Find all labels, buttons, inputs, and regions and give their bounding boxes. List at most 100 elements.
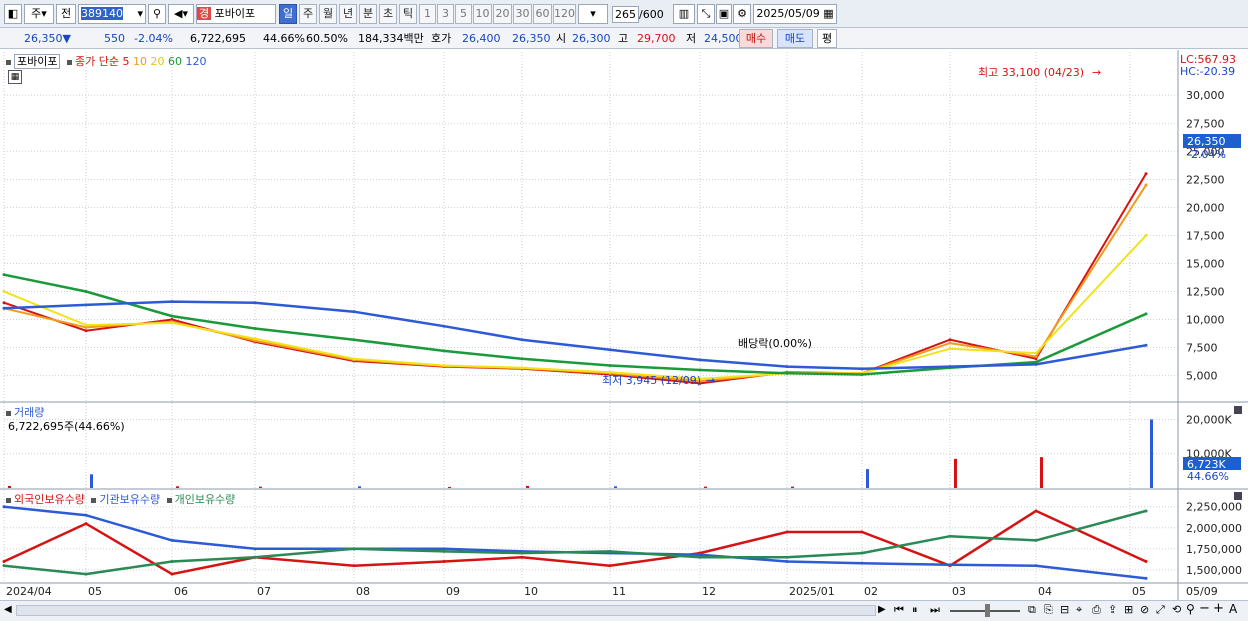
- buy-button[interactable]: 매수: [739, 29, 773, 48]
- zoom-slider-handle[interactable]: [985, 604, 990, 617]
- draw-line-icon[interactable]: ⤡: [697, 4, 715, 24]
- period-month[interactable]: 월: [319, 4, 337, 24]
- price-value: 26,350: [24, 32, 63, 45]
- ma-120-point: [84, 303, 88, 307]
- period-year[interactable]: 년: [339, 4, 357, 24]
- open-label: 시: [556, 32, 567, 45]
- gear-icon[interactable]: ⚙: [733, 4, 751, 24]
- ma-120-point: [170, 300, 174, 304]
- prev-button[interactable]: 전: [56, 4, 76, 24]
- period-minute[interactable]: 분: [359, 4, 377, 24]
- legend-square-icon: [66, 59, 72, 65]
- interval-30[interactable]: 30: [513, 4, 532, 24]
- holdings-point: [785, 559, 789, 563]
- ma-5-point: [2, 301, 6, 305]
- export-icon[interactable]: ⇪: [1108, 603, 1117, 616]
- avg-button[interactable]: 평: [817, 29, 837, 48]
- pause-icon[interactable]: ⏸: [912, 603, 918, 617]
- dropdown-arrow-icon[interactable]: ▾: [137, 5, 143, 23]
- window-menu-icon[interactable]: ◧: [4, 4, 22, 24]
- zoom-out-icon[interactable]: −: [1199, 601, 1210, 616]
- holdings-point: [84, 522, 88, 526]
- ma-120-point: [608, 348, 612, 352]
- period-day[interactable]: 일: [279, 4, 297, 24]
- save-icon[interactable]: ▣: [716, 4, 732, 24]
- expand-icon[interactable]: ⤢: [1156, 603, 1165, 617]
- print-icon[interactable]: ⎙: [1092, 603, 1101, 617]
- interval-5[interactable]: 5: [455, 4, 472, 24]
- institution-holdings-label: 기관보유수량: [99, 493, 161, 506]
- x-tick-label: 03: [952, 585, 966, 598]
- zoom-in-icon[interactable]: +: [1213, 601, 1224, 616]
- volume-bar: [526, 485, 529, 488]
- ma-20-point: [1144, 233, 1148, 237]
- count-value[interactable]: 265: [612, 6, 639, 23]
- candle-icon[interactable]: ▥: [673, 4, 695, 24]
- last-page-icon[interactable]: ⏭: [930, 603, 940, 617]
- interval-120[interactable]: 120: [553, 4, 576, 24]
- legend-square-icon: [91, 497, 97, 503]
- interval-60[interactable]: 60: [533, 4, 552, 24]
- panel-close-icon[interactable]: [1234, 406, 1242, 414]
- period-tick[interactable]: 틱: [399, 4, 417, 24]
- volume-bar: [448, 486, 451, 488]
- y-tick-label: 1,500,000: [1186, 564, 1242, 577]
- ma-label: 종가 단순: [74, 55, 119, 68]
- date-input[interactable]: 2025/05/09 ▦: [753, 4, 837, 24]
- high-value: 29,700: [637, 32, 676, 45]
- dividend-annotation: 배당락(0.00%): [738, 337, 812, 350]
- scroll-right-icon[interactable]: ▶: [878, 604, 886, 615]
- change-pct: -2.04%: [134, 32, 173, 45]
- stock-chart[interactable]: 30,00027,50025,00022,50020,00017,50015,0…: [0, 50, 1248, 621]
- holdings-point: [2, 559, 6, 563]
- interval-1[interactable]: 1: [419, 4, 436, 24]
- layout-icon[interactable]: ⧉: [1028, 603, 1036, 617]
- ma-60-point: [698, 368, 702, 372]
- holdings-point: [170, 559, 174, 563]
- period-second[interactable]: 초: [379, 4, 397, 24]
- period-week[interactable]: 주: [299, 4, 317, 24]
- calendar-icon[interactable]: ▦: [823, 7, 833, 20]
- interval-10[interactable]: 10: [473, 4, 492, 24]
- market-select[interactable]: 주▾: [24, 4, 54, 24]
- panel-close-icon[interactable]: [1234, 492, 1242, 500]
- scroll-left-icon[interactable]: ◀: [4, 604, 12, 615]
- ma-60-point: [84, 289, 88, 293]
- sell-button[interactable]: 매도: [777, 29, 813, 48]
- search-icon[interactable]: ⚲: [148, 4, 166, 24]
- stock-name: 포바이포: [214, 7, 256, 20]
- holdings-point: [860, 561, 864, 565]
- y-tick-label: 5,000: [1186, 370, 1218, 383]
- zoom-search-icon[interactable]: ⚲: [1186, 602, 1195, 616]
- table-grid-icon[interactable]: ▦: [8, 70, 22, 84]
- volume-bar: [8, 485, 11, 488]
- ma-60-point: [170, 314, 174, 318]
- scroll-track[interactable]: [16, 605, 876, 616]
- price-panel-name[interactable]: 포바이포: [14, 54, 61, 69]
- ma10-label: 10: [132, 55, 147, 68]
- ma-120-point: [698, 358, 702, 362]
- x-tick-label: 04: [1038, 585, 1052, 598]
- sound-icon[interactable]: ◀▾: [168, 4, 194, 24]
- volume-bar: [866, 469, 869, 488]
- copy-icon[interactable]: ⎘: [1044, 603, 1053, 617]
- split-icon[interactable]: ⊟: [1060, 603, 1069, 616]
- x-tick-label: 07: [257, 585, 271, 598]
- stock-code-input[interactable]: 389140 ▾: [78, 4, 146, 24]
- interval-20[interactable]: 20: [493, 4, 512, 24]
- holdings-point: [352, 547, 356, 551]
- interval-custom-select[interactable]: ▾: [578, 4, 608, 24]
- low-annotation: 최저 3,945 (12/09): [602, 374, 701, 387]
- font-size-icon[interactable]: A: [1229, 602, 1237, 616]
- high-label: 고: [618, 32, 629, 45]
- count-field[interactable]: 265/600: [612, 6, 664, 23]
- link-icon[interactable]: ⊘: [1140, 603, 1149, 616]
- first-page-icon[interactable]: ⏮: [894, 603, 904, 617]
- stock-name-field[interactable]: 경 포바이포: [196, 4, 276, 24]
- scroll-bar[interactable]: ◀ ▶ ⏮ ⏸ ⏭ ⧉ ⎘ ⊟ ⌖ ⎙ ⇪ ⊞ ⊘ ⤢ ⟲ ⚲ − + A: [0, 600, 1248, 621]
- interval-3[interactable]: 3: [437, 4, 454, 24]
- scale-icon[interactable]: ⊞: [1124, 603, 1133, 616]
- legend-square-icon: [6, 59, 11, 65]
- crosshair-icon[interactable]: ⌖: [1076, 603, 1082, 617]
- history-icon[interactable]: ⟲: [1172, 603, 1181, 616]
